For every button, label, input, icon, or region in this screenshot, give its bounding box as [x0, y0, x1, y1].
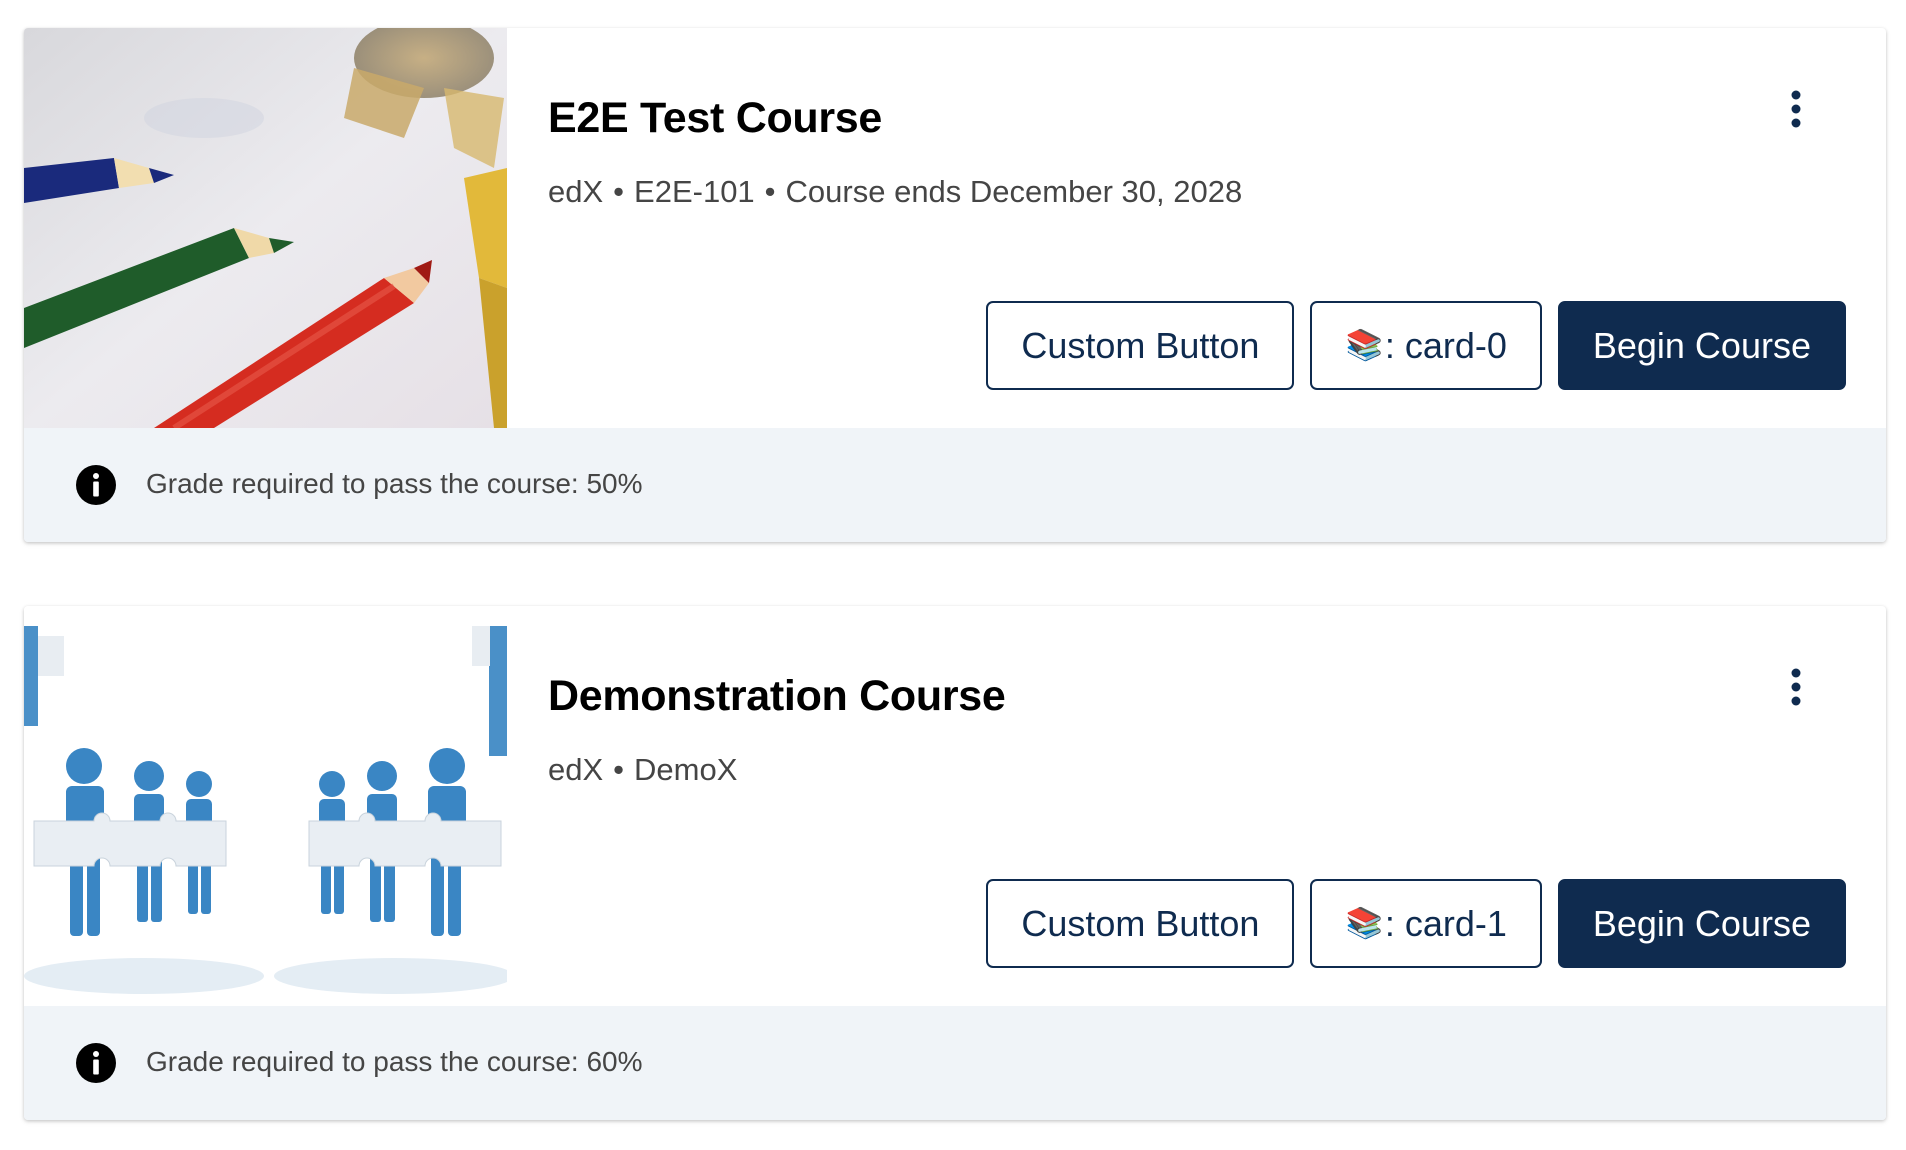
meta-separator: •: [613, 752, 625, 787]
card-id-label: : card-1: [1384, 902, 1507, 944]
course-number: E2E-101: [634, 174, 755, 209]
course-number: DemoX: [634, 752, 738, 787]
course-banner: Grade required to pass the course: 60%: [24, 1006, 1886, 1120]
course-meta: edX • E2E-101 • Course ends December 30, 202…: [548, 174, 1242, 210]
puzzle-people-thumbnail: [24, 606, 507, 1006]
more-vertical-icon: [1791, 90, 1801, 128]
begin-course-button[interactable]: Begin Course: [1557, 879, 1846, 968]
meta-separator: •: [764, 174, 776, 209]
course-actions-menu-button[interactable]: [1776, 84, 1816, 134]
pencils-thumbnail: [24, 28, 507, 428]
course-org: edX: [548, 174, 604, 209]
course-list: E2E Test Course edX • E2E-101 • Course ends …: [0, 0, 1906, 1150]
course-actions: Custom Button 📚: card-0 Begin Course: [986, 301, 1846, 390]
course-card: Demonstration Course edX • DemoX Custom Bu…: [24, 606, 1886, 1120]
books-icon: 📚: [1345, 329, 1383, 362]
card-id-label: : card-0: [1384, 324, 1507, 366]
course-image[interactable]: [24, 606, 507, 1006]
course-banner: Grade required to pass the course: 50%: [24, 428, 1886, 542]
grade-requirement-text: Grade required to pass the course: 50%: [146, 468, 643, 499]
course-image[interactable]: [24, 28, 507, 428]
course-title[interactable]: Demonstration Course: [548, 672, 1006, 721]
info-icon: [76, 1043, 116, 1083]
info-icon: [76, 465, 116, 505]
more-vertical-icon: [1791, 668, 1801, 706]
books-icon: 📚: [1345, 907, 1383, 940]
course-card-body: Demonstration Course edX • DemoX Custom Bu…: [24, 606, 1886, 1006]
custom-button[interactable]: Custom Button: [986, 879, 1295, 968]
course-title[interactable]: E2E Test Course: [548, 94, 882, 143]
grade-requirement-text: Grade required to pass the course: 60%: [146, 1046, 643, 1077]
course-meta: edX • DemoX: [548, 752, 737, 788]
course-org: edX: [548, 752, 604, 787]
course-card-body: E2E Test Course edX • E2E-101 • Course ends …: [24, 28, 1886, 428]
course-actions: Custom Button 📚: card-1 Begin Course: [986, 879, 1846, 968]
custom-button[interactable]: Custom Button: [986, 301, 1295, 390]
meta-separator: •: [613, 174, 625, 209]
course-card: E2E Test Course edX • E2E-101 • Course ends …: [24, 28, 1886, 542]
course-end-date: Course ends December 30, 2028: [785, 174, 1243, 209]
card-id-button[interactable]: 📚: card-0: [1310, 301, 1542, 390]
begin-course-button[interactable]: Begin Course: [1557, 301, 1846, 390]
course-actions-menu-button[interactable]: [1776, 662, 1816, 712]
card-id-button[interactable]: 📚: card-1: [1310, 879, 1542, 968]
